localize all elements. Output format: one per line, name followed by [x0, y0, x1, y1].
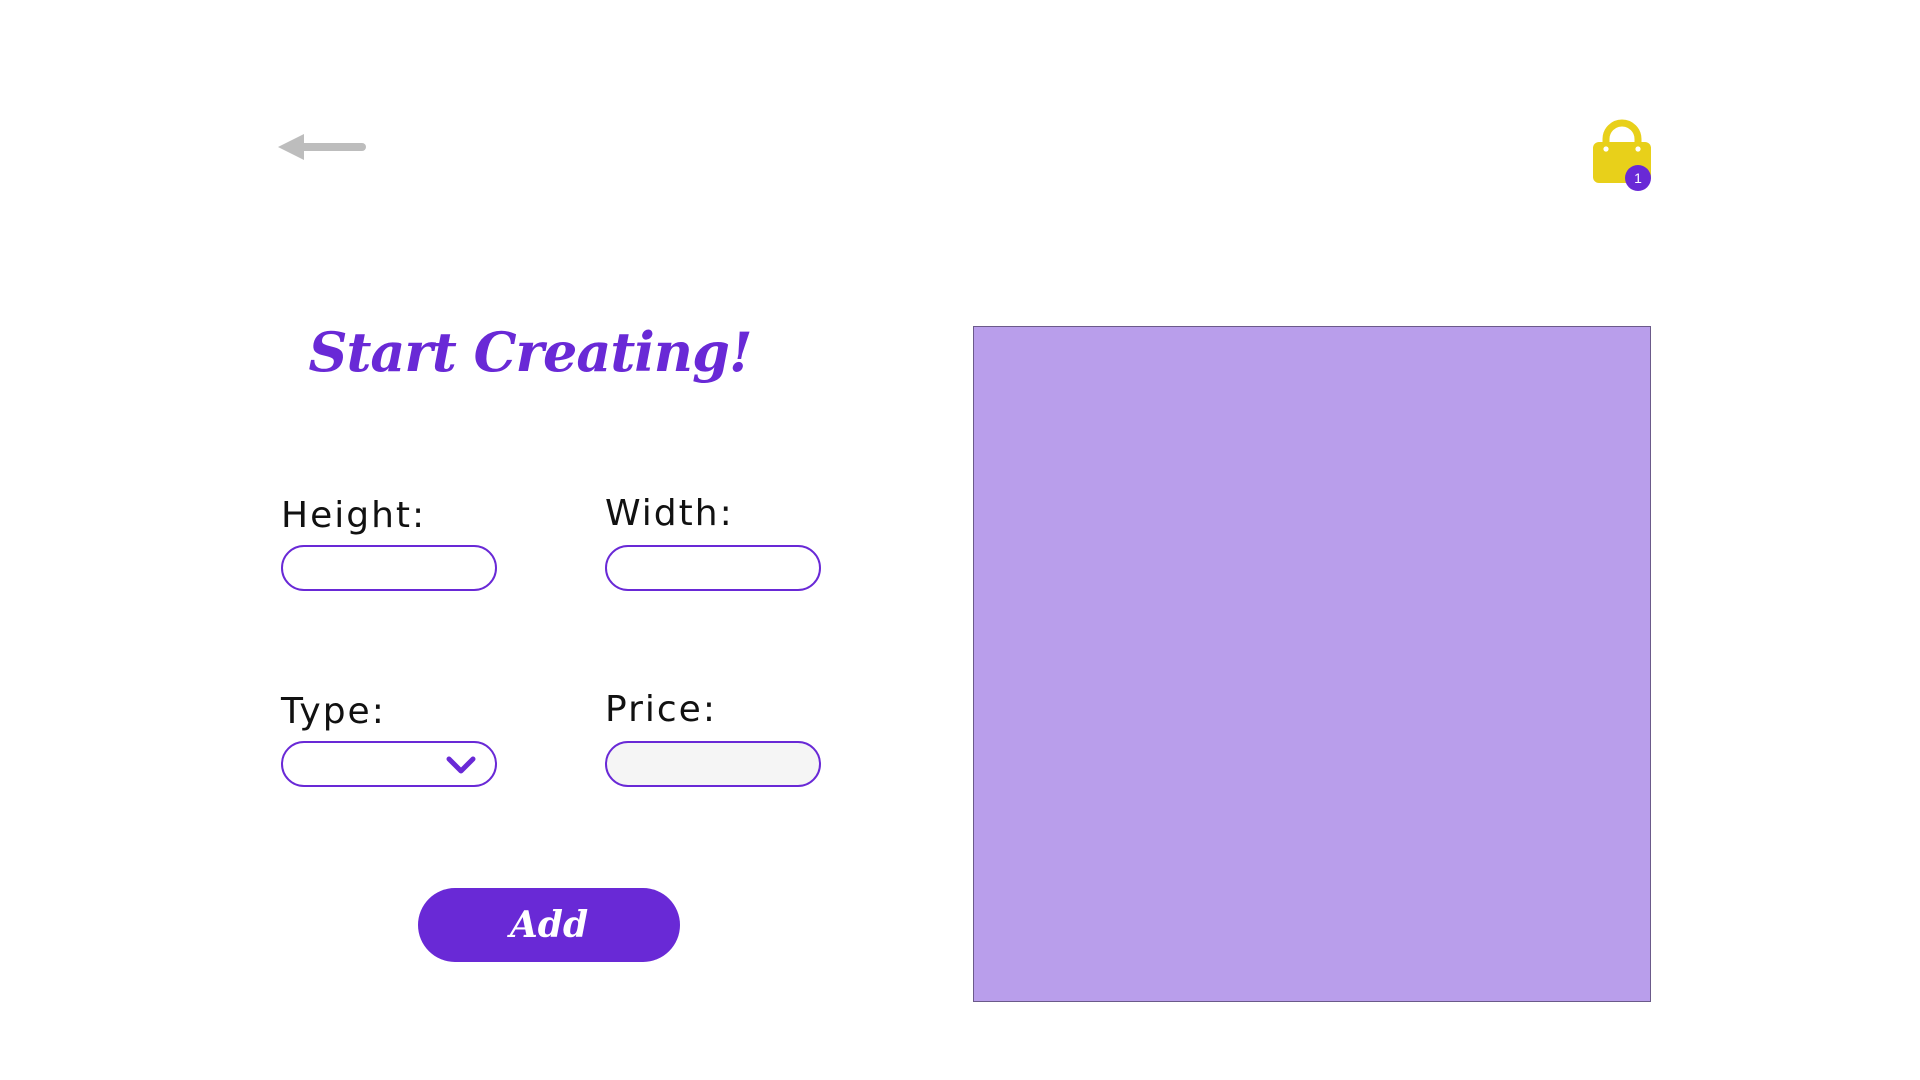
price-input[interactable] [605, 741, 821, 787]
type-label: Type: [281, 691, 386, 732]
add-button[interactable]: Add [418, 888, 680, 962]
item-preview [973, 326, 1651, 1002]
price-label: Price: [605, 689, 717, 730]
back-button[interactable] [276, 130, 366, 166]
height-label: Height: [281, 495, 427, 536]
width-label: Width: [605, 493, 734, 534]
height-input[interactable] [281, 545, 497, 591]
chevron-down-icon [446, 756, 476, 774]
cart-count-badge: 1 [1625, 165, 1651, 191]
arrow-left-icon [278, 134, 366, 160]
page-title: Start Creating! [308, 320, 752, 384]
width-input[interactable] [605, 545, 821, 591]
create-item-page: 1 Start Creating! Height: Width: Type: P… [0, 0, 1920, 1080]
